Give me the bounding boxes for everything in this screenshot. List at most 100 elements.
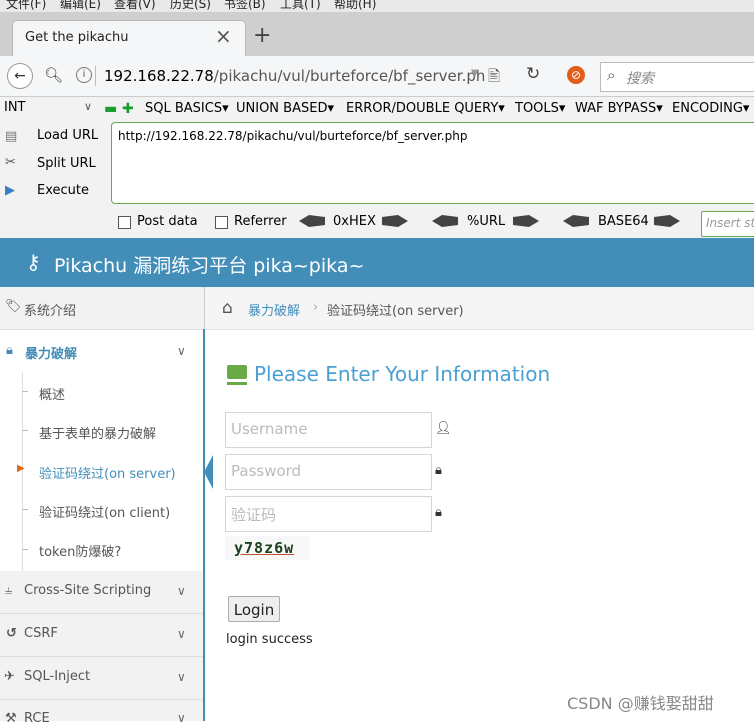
submenu-item-captcha-server[interactable]: 验证码绕过(on server)	[39, 463, 176, 482]
menu-union-based[interactable]: UNION BASED▾	[236, 101, 334, 116]
wrench-icon: ⚒	[5, 711, 17, 726]
content-border	[203, 329, 205, 721]
menu-sql-basics[interactable]: SQL BASICS▾	[145, 101, 229, 116]
submenu-item-overview[interactable]: 概述	[39, 384, 65, 403]
minus-icon[interactable]: ▬	[104, 101, 117, 117]
url-bar[interactable]: 192.168.22.78/pikachu/vul/burteforce/bf_…	[104, 67, 485, 85]
dropdown-icon[interactable]: ▼	[471, 68, 479, 79]
tab-title: Get the pikachu	[25, 30, 129, 45]
submenu-item-captcha-client[interactable]: 验证码绕过(on client)	[39, 502, 170, 521]
plus-icon[interactable]: ✚	[122, 101, 134, 117]
url-path: /pikachu/vul/burteforce/bf_server.ph	[213, 67, 486, 85]
menu-view[interactable]: 查看(V)	[114, 0, 156, 12]
referrer-checkbox[interactable]	[215, 216, 228, 229]
coffee-icon-base	[227, 382, 247, 385]
menu-bookmarks[interactable]: 书签(B)	[224, 0, 266, 12]
submenu-item-form-bruteforce[interactable]: 基于表单的暴力破解	[39, 423, 156, 442]
chevron-down-icon[interactable]: ∨	[177, 584, 186, 598]
list-icon: ⫨	[5, 583, 13, 598]
arrow-right-icon[interactable]	[382, 215, 408, 227]
coffee-icon	[227, 365, 247, 379]
split-url-button[interactable]: Split URL	[37, 156, 96, 171]
captcha-text: y78z6w	[234, 539, 295, 557]
execute-icon[interactable]: ▶	[5, 183, 15, 198]
split-url-icon[interactable]: ✂	[5, 155, 16, 170]
back-icon[interactable]: ←	[7, 63, 33, 89]
new-tab-icon[interactable]: +	[253, 23, 271, 48]
form-heading: Please Enter Your Information	[254, 362, 551, 386]
sidebar-item-label: RCE	[24, 711, 50, 726]
menu-tools[interactable]: TOOLS▾	[515, 101, 565, 116]
post-data-checkbox[interactable]	[118, 216, 131, 229]
menu-file[interactable]: 文件(F)	[6, 0, 46, 12]
home-icon[interactable]: ⌂	[222, 298, 233, 318]
search-icon: ⌕	[607, 66, 616, 84]
base64-label: BASE64	[598, 214, 649, 229]
url-encode-label: %URL	[467, 214, 506, 229]
chevron-down-icon[interactable]: ∨	[177, 344, 186, 358]
chevron-down-icon[interactable]: ∨	[84, 100, 92, 113]
caret-right-icon: ▶	[17, 463, 25, 474]
url-host: 192.168.22.78	[104, 67, 214, 85]
reload-icon[interactable]: ↻	[526, 64, 540, 84]
search-input[interactable]	[600, 62, 754, 92]
key-icon: ⚷	[26, 250, 41, 274]
sidebar-item-label: 暴力破解	[25, 347, 78, 362]
menu-history[interactable]: 历史(S)	[170, 0, 211, 12]
sidebar-item-csrf[interactable]: ↺ CSRF ∨	[0, 614, 204, 657]
plane-icon: ✈	[4, 669, 15, 684]
breadcrumb-separator: ›	[313, 300, 319, 315]
chevron-down-icon[interactable]: ∨	[177, 627, 186, 641]
lock-icon: 🔒︎	[435, 505, 442, 520]
bullet	[22, 391, 28, 392]
user-icon: 👤︎	[435, 421, 452, 436]
breadcrumb-link[interactable]: 暴力破解	[248, 300, 300, 319]
menu-error-double-query[interactable]: ERROR/DOUBLE QUERY▾	[346, 101, 505, 116]
insert-placeholder: Insert st	[706, 216, 754, 230]
sidebar-item-xss[interactable]: ⫨ Cross-Site Scripting ∨	[0, 571, 204, 614]
lock-icon: 🔒︎	[435, 463, 442, 478]
arrow-left-icon[interactable]	[563, 215, 589, 227]
arrow-right-icon[interactable]	[654, 215, 680, 227]
menu-tools[interactable]: 工具(T)	[280, 0, 321, 12]
browser-tab[interactable]: Get the pikachu ×	[12, 20, 246, 57]
execute-button[interactable]: Execute	[37, 183, 89, 198]
tag-icon: 🏷︎	[5, 299, 22, 314]
arrow-right-icon[interactable]	[513, 215, 539, 227]
breadcrumb-current: 验证码绕过(on server)	[327, 304, 464, 319]
noscript-icon[interactable]: ⊘	[567, 66, 585, 84]
post-data-label: Post data	[137, 214, 198, 229]
menu-encoding[interactable]: ENCODING▾	[672, 101, 749, 116]
arrow-left-icon[interactable]	[299, 215, 325, 227]
identity-icon[interactable]: 🔍︎	[44, 66, 63, 84]
menu-help[interactable]: 帮助(H)	[334, 0, 376, 12]
bullet	[22, 549, 28, 550]
sidebar-item-rce[interactable]: ⚒ RCE ∨	[0, 700, 204, 726]
hex-label: 0xHEX	[333, 214, 376, 229]
chevron-down-icon[interactable]: ∨	[177, 670, 186, 684]
sidebar-item-label: 系统介绍	[24, 304, 77, 319]
chevron-down-icon[interactable]: ∨	[177, 711, 186, 725]
sidebar-item-label: Cross-Site Scripting	[24, 583, 152, 598]
close-icon[interactable]: ×	[215, 24, 232, 48]
info-icon[interactable]: i	[76, 67, 92, 83]
menu-waf-bypass[interactable]: WAF BYPASS▾	[575, 101, 663, 116]
active-indicator	[204, 455, 213, 489]
submenu-item-token[interactable]: token防爆破?	[39, 541, 121, 560]
reader-icon[interactable]: 🖹︎	[488, 66, 500, 91]
username-placeholder: Username	[231, 420, 308, 438]
load-url-icon[interactable]: ▤	[5, 129, 17, 144]
sidebar-item-bruteforce[interactable]: 🔒︎ 暴力破解 ∨	[0, 330, 204, 373]
sidebar-item-intro[interactable]: 🏷︎ 系统介绍	[0, 287, 204, 330]
arrow-left-icon[interactable]	[432, 215, 458, 227]
bullet	[22, 509, 28, 510]
hackbar-url-value: http://192.168.22.78/pikachu/vul/burtefo…	[118, 129, 468, 143]
sidebar-item-sqli[interactable]: ✈ SQL-Inject ∨	[0, 657, 204, 700]
menu-edit[interactable]: 编辑(E)	[60, 0, 101, 12]
sidebar-item-label: CSRF	[24, 626, 58, 641]
login-button[interactable]: Login	[228, 596, 280, 622]
captcha-placeholder: 验证码	[231, 506, 277, 524]
site-title[interactable]: Pikachu 漏洞练习平台 pika~pika~	[54, 251, 364, 278]
load-url-button[interactable]: Load URL	[37, 128, 98, 143]
bullet	[22, 430, 28, 431]
